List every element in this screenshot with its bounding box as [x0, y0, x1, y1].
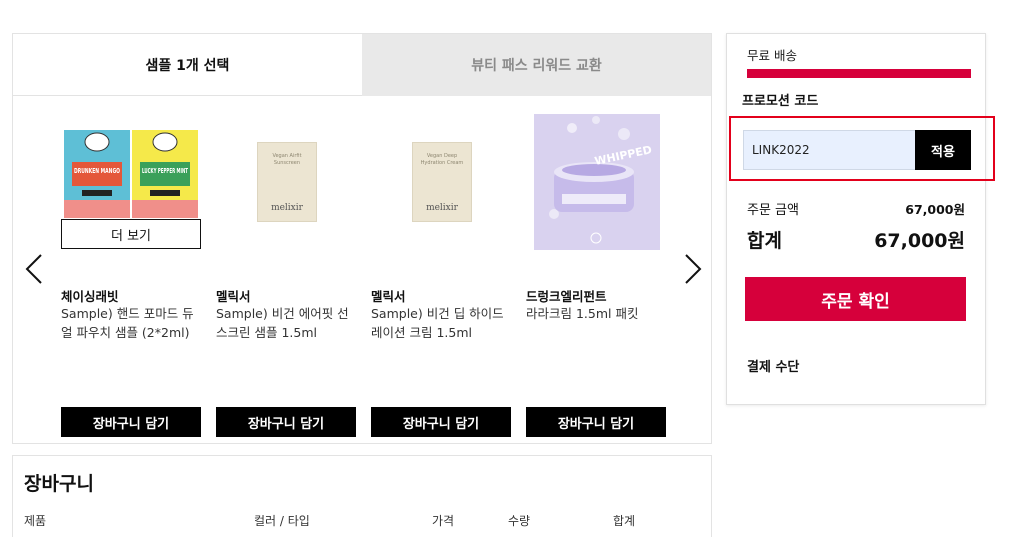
order-summary-panel: 무료 배송 프로모션 코드 LINK2022 적용 주문 금액 67,000원 …: [726, 33, 995, 405]
column-header-color-type: 컬러 / 타입: [254, 514, 310, 528]
product-image[interactable]: Vegan Airfit Sunscreen melixir: [216, 112, 358, 252]
free-shipping-progress-bar: [747, 69, 971, 78]
more-button[interactable]: 더 보기: [61, 219, 201, 249]
tab-sample-select[interactable]: 샘플 1개 선택: [13, 34, 362, 96]
total-value: 67,000원: [874, 230, 965, 252]
confirm-order-button[interactable]: 주문 확인: [745, 277, 966, 321]
promo-code-input[interactable]: LINK2022: [743, 130, 917, 170]
payment-method-label: 결제 수단: [747, 360, 800, 375]
sample-tabs: 샘플 1개 선택 뷰티 패스 리워드 교환: [13, 34, 711, 96]
add-to-cart-button[interactable]: 장바구니 담기: [371, 407, 511, 437]
carousel-prev-arrow-icon[interactable]: [23, 252, 45, 286]
sample-panel: 샘플 1개 선택 뷰티 패스 리워드 교환 DRUNKEN MANGO LUCK…: [12, 33, 712, 444]
carousel-next-arrow-icon[interactable]: [682, 252, 704, 286]
add-to-cart-button[interactable]: 장바구니 담기: [61, 407, 201, 437]
order-amount-label: 주문 금액: [747, 203, 799, 218]
product-image[interactable]: WHIPPED: [526, 112, 668, 252]
product-image[interactable]: Vegan Deep Hydration Cream melixir: [371, 112, 513, 252]
product-name[interactable]: Sample) 비건 딥 하이드 레이션 크림 1.5ml: [371, 304, 513, 342]
cart-title: 장바구니: [24, 473, 94, 495]
product-name[interactable]: Sample) 핸드 포마드 듀얼 파우치 샘플 (2*2ml): [61, 304, 203, 342]
promo-apply-button[interactable]: 적용: [915, 130, 971, 170]
free-shipping-label: 무료 배송: [747, 48, 797, 63]
column-header-quantity: 수량: [508, 514, 531, 528]
order-amount-value: 67,000원: [905, 202, 965, 217]
product-card[interactable]: WHIPPED 드렁크엘리펀트 라라크림 1.5ml 패킷: [526, 112, 668, 323]
pouch-text: Vegan Airfit Sunscreen: [272, 153, 302, 166]
pouch-text: Vegan Deep Hydration Cream: [420, 153, 464, 166]
column-header-total: 합계: [613, 514, 636, 528]
pouch-right-text: LUCKY PEPPER MINT: [142, 167, 188, 175]
promo-code-label: 프로모션 코드: [742, 94, 819, 109]
brand-logo: melixir: [271, 203, 303, 213]
product-card[interactable]: Vegan Deep Hydration Cream melixir 멜릭서 S…: [371, 112, 513, 342]
add-to-cart-button[interactable]: 장바구니 담기: [526, 407, 666, 437]
column-header-product: 제품: [24, 514, 47, 528]
product-brand: 체이싱래빗: [61, 289, 119, 304]
brand-logo: melixir: [426, 203, 458, 213]
product-brand: 멜릭서: [371, 289, 406, 304]
tab-beauty-pass-reward[interactable]: 뷰티 패스 리워드 교환: [362, 34, 711, 96]
product-name[interactable]: 라라크림 1.5ml 패킷: [526, 304, 668, 323]
column-header-price: 가격: [432, 514, 455, 528]
cart-panel: 장바구니 제품 컬러 / 타입 가격 수량 합계: [12, 455, 712, 537]
product-card[interactable]: Vegan Airfit Sunscreen melixir 멜릭서 Sampl…: [216, 112, 358, 342]
promo-code-highlight: LINK2022 적용: [729, 116, 995, 181]
product-name[interactable]: Sample) 비건 에어핏 선 스크린 샘플 1.5ml: [216, 304, 358, 342]
add-to-cart-button[interactable]: 장바구니 담기: [216, 407, 356, 437]
product-brand: 드렁크엘리펀트: [526, 289, 607, 304]
product-brand: 멜릭서: [216, 289, 251, 304]
pouch-left-text: DRUNKEN MANGO: [74, 167, 120, 175]
total-label: 합계: [747, 230, 782, 252]
